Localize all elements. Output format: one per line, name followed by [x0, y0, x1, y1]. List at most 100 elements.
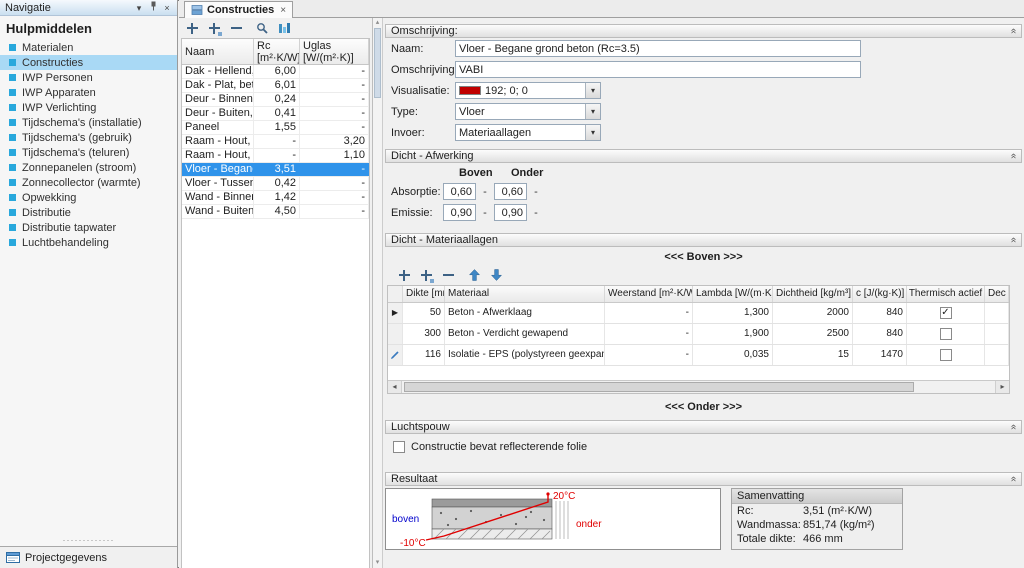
layer-weerstand-cell[interactable]: -	[605, 303, 693, 323]
add-layer-button[interactable]	[397, 268, 411, 282]
section-materiaallagen-header[interactable]: Dicht - Materiaallagen «	[385, 233, 1022, 247]
close-icon[interactable]: ×	[160, 1, 174, 15]
col-dec[interactable]: Dec	[985, 286, 1009, 302]
layer-c-cell[interactable]: 840	[853, 303, 907, 323]
layer-dikte-cell[interactable]: 300	[403, 324, 445, 344]
sidebar-item[interactable]: Tijdschema's (teluren)	[0, 145, 177, 160]
construction-row[interactable]: Wand - Buiten, H 4,50 -	[182, 205, 369, 219]
material-layer-row[interactable]: ▶ 116 Isolatie - EPS (polystyreen geexpa…	[388, 345, 1009, 366]
search-button[interactable]	[255, 21, 269, 35]
dropdown-arrow-icon[interactable]: ▾	[585, 104, 600, 119]
scrollbar-thumb[interactable]	[374, 28, 381, 98]
section-omschrijving-header[interactable]: Omschrijving: «	[385, 24, 1022, 38]
delete-layer-button[interactable]	[441, 268, 455, 282]
sidebar-item[interactable]: Tijdschema's (gebruik)	[0, 130, 177, 145]
collapse-icon[interactable]: «	[1008, 424, 1018, 430]
duplicate-layer-button[interactable]	[419, 268, 433, 282]
construction-row[interactable]: Deur - Buiten, 70 0,41 -	[182, 107, 369, 121]
col-naam[interactable]: Naam	[182, 39, 254, 64]
layer-c-cell[interactable]: 1470	[853, 345, 907, 365]
duplicate-construction-button[interactable]	[207, 21, 221, 35]
visualisation-button[interactable]	[277, 21, 291, 35]
visualisatie-dropdown[interactable]: 192; 0; 0 ▾	[455, 82, 601, 99]
layer-lambda-cell[interactable]: 1,900	[693, 324, 773, 344]
layer-dec-cell[interactable]	[985, 324, 1009, 344]
scrollbar-track[interactable]	[402, 381, 995, 393]
omschrijving-field[interactable]	[455, 61, 861, 78]
material-layer-row[interactable]: ▶ 300 Beton - Verdicht gewapend - 1,900 …	[388, 324, 1009, 345]
collapse-icon[interactable]: «	[1008, 237, 1018, 243]
collapse-icon[interactable]: «	[1008, 28, 1018, 34]
emissie-onder-field[interactable]	[494, 204, 527, 221]
scroll-up-icon[interactable]: ▴	[376, 18, 380, 28]
layer-materiaal-cell[interactable]: Beton - Verdicht gewapend	[445, 324, 605, 344]
construction-row[interactable]: Wand - Binnen, s 1,42 -	[182, 191, 369, 205]
construction-row[interactable]: Deur - Binnen, 40 0,24 -	[182, 93, 369, 107]
construction-row[interactable]: Vloer - Begane gr 3,51 -	[182, 163, 369, 177]
section-luchtspouw-header[interactable]: Luchtspouw «	[385, 420, 1022, 434]
absorptie-boven-field[interactable]	[443, 183, 476, 200]
section-resultaat-header[interactable]: Resultaat «	[385, 472, 1022, 486]
luchtspouw-checkbox[interactable]	[393, 441, 405, 453]
layer-weerstand-cell[interactable]: -	[605, 324, 693, 344]
section-afwerking-header[interactable]: Dicht - Afwerking «	[385, 149, 1022, 163]
construction-row[interactable]: Raam - Hout, Du - 3,20	[182, 135, 369, 149]
layer-lambda-cell[interactable]: 1,300	[693, 303, 773, 323]
layer-c-cell[interactable]: 840	[853, 324, 907, 344]
sidebar-item-projectgegevens[interactable]: Projectgegevens	[0, 546, 177, 568]
sidebar-item[interactable]: Distributie	[0, 205, 177, 220]
sidebar-item[interactable]: Distributie tapwater	[0, 220, 177, 235]
sidebar-item[interactable]: IWP Verlichting	[0, 100, 177, 115]
sidebar-item[interactable]: IWP Personen	[0, 70, 177, 85]
layer-dec-cell[interactable]	[985, 303, 1009, 323]
naam-field[interactable]	[455, 40, 861, 57]
col-thermisch-actief[interactable]: Thermisch actief	[907, 286, 985, 302]
horizontal-scrollbar[interactable]: ◂ ▸	[388, 380, 1009, 393]
construction-row[interactable]: Vloer - Tussen, b 0,42 -	[182, 177, 369, 191]
pin-icon[interactable]	[146, 1, 160, 15]
scroll-left-icon[interactable]: ◂	[388, 381, 402, 393]
col-rc[interactable]: Rc[m²·K/W]	[254, 39, 300, 64]
add-construction-button[interactable]	[185, 21, 199, 35]
type-dropdown[interactable]: Vloer ▾	[455, 103, 601, 120]
sidebar-item[interactable]: Materialen	[0, 40, 177, 55]
scroll-right-icon[interactable]: ▸	[995, 381, 1009, 393]
material-layer-row[interactable]: ▶ 50 Beton - Afwerklaag - 1,300 2000 840…	[388, 303, 1009, 324]
thermisch-actief-checkbox[interactable]	[940, 349, 952, 361]
layer-lambda-cell[interactable]: 0,035	[693, 345, 773, 365]
sidebar-item[interactable]: IWP Apparaten	[0, 85, 177, 100]
col-lambda[interactable]: Lambda [W/(m·K)]	[693, 286, 773, 302]
emissie-boven-field[interactable]	[443, 204, 476, 221]
construction-row[interactable]: Dak - Hellend, sa 6,00 -	[182, 65, 369, 79]
collapse-icon[interactable]: «	[1008, 153, 1018, 159]
sidebar-item[interactable]: Opwekking	[0, 190, 177, 205]
tab-close-icon[interactable]: ×	[280, 5, 286, 16]
resize-grip[interactable]: ·············	[0, 536, 177, 546]
col-dichtheid[interactable]: Dichtheid [kg/m³]	[773, 286, 853, 302]
move-layer-up-button[interactable]	[467, 268, 481, 282]
delete-construction-button[interactable]	[229, 21, 243, 35]
construction-row[interactable]: Paneel 1,55 -	[182, 121, 369, 135]
thermisch-actief-checkbox[interactable]	[940, 328, 952, 340]
scrollbar-track[interactable]	[373, 28, 382, 558]
absorptie-onder-field[interactable]	[494, 183, 527, 200]
construction-row[interactable]: Dak - Plat, beton 6,01 -	[182, 79, 369, 93]
sidebar-item[interactable]: Zonnepanelen (stroom)	[0, 160, 177, 175]
construction-row[interactable]: Raam - Hout, SG - 1,10	[182, 149, 369, 163]
layer-materiaal-cell[interactable]: Isolatie - EPS (polystyreen geexpande	[445, 345, 605, 365]
tab-constructies[interactable]: Constructies ×	[184, 1, 293, 18]
layer-weerstand-cell[interactable]: -	[605, 345, 693, 365]
layer-dikte-cell[interactable]: 50	[403, 303, 445, 323]
layer-dichtheid-cell[interactable]: 2000	[773, 303, 853, 323]
col-weerstand[interactable]: Weerstand [m²·K/W]	[605, 286, 693, 302]
col-uglas[interactable]: Uglas[W/(m²·K)]	[300, 39, 369, 64]
col-c[interactable]: c [J/(kg·K)]	[853, 286, 907, 302]
thermisch-actief-checkbox[interactable]: ✓	[940, 307, 952, 319]
dropdown-arrow-icon[interactable]: ▾	[585, 125, 600, 140]
sidebar-item[interactable]: Constructies	[0, 55, 177, 70]
details-vertical-scrollbar[interactable]: ▴ ▾	[373, 18, 383, 568]
scroll-down-icon[interactable]: ▾	[376, 558, 380, 568]
sidebar-item[interactable]: Tijdschema's (installatie)	[0, 115, 177, 130]
layer-dichtheid-cell[interactable]: 15	[773, 345, 853, 365]
collapse-icon[interactable]: «	[1008, 476, 1018, 482]
